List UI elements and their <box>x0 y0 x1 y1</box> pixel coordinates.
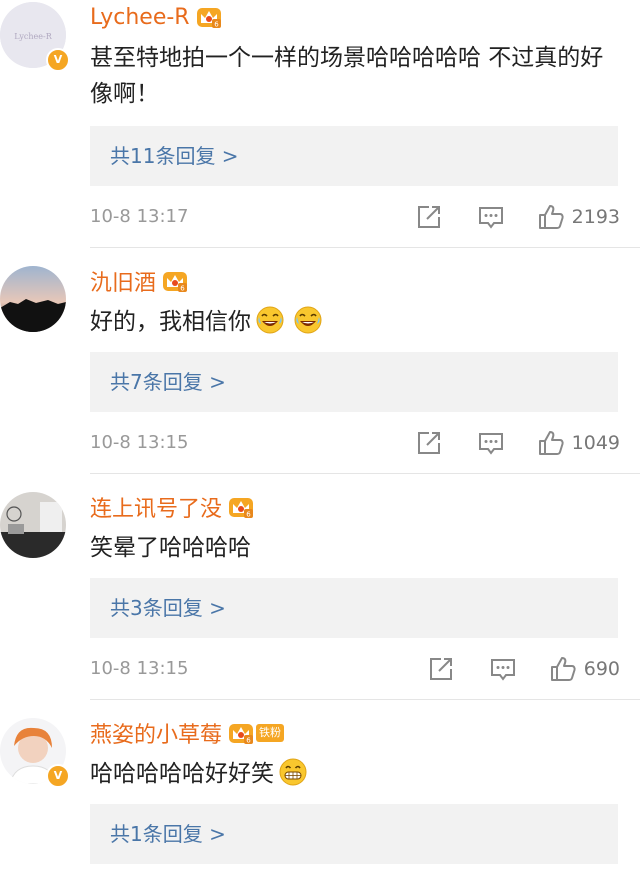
laughing-tears-emoji <box>293 305 323 335</box>
thumbs-up-icon <box>550 656 576 682</box>
comment-icon[interactable] <box>490 656 516 682</box>
timestamp: 10-8 13:17 <box>90 206 189 227</box>
comment-item: 氿旧酒 好的，我相信你 共7条回复 > 10-8 13:15 1049 <box>0 248 640 474</box>
share-icon[interactable] <box>428 656 454 682</box>
view-replies-link[interactable]: 共3条回复 > <box>110 578 226 638</box>
username[interactable]: 氿旧酒 <box>90 265 156 297</box>
user-name-row: 氿旧酒 <box>90 266 188 296</box>
like-count: 690 <box>583 658 620 680</box>
avatar[interactable] <box>0 492 66 558</box>
comment-text: 哈哈哈哈哈好好笑 <box>90 756 610 792</box>
share-icon[interactable] <box>416 204 442 230</box>
comment-text: 好的，我相信你 <box>90 304 610 340</box>
fan-badge: 铁粉 <box>256 724 285 742</box>
comment-text-body: 甚至特地拍一个一样的场景哈哈哈哈哈 不过真的好像啊！ <box>90 45 604 107</box>
share-icon[interactable] <box>416 430 442 456</box>
like-button[interactable]: 690 <box>550 656 620 682</box>
reply-box[interactable]: 共11条回复 > <box>90 126 618 186</box>
comment-item: Lychee-R V Lychee-R 甚至特地拍一个一样的场景哈哈哈哈哈 不过… <box>0 0 640 248</box>
timestamp: 10-8 13:15 <box>90 658 189 679</box>
like-count: 1049 <box>571 432 620 454</box>
avatar-text: Lychee-R <box>14 32 52 41</box>
comment-text: 笑晕了哈哈哈哈 <box>90 530 610 566</box>
username[interactable]: 连上讯号了没 <box>90 491 222 523</box>
avatar-image <box>0 492 66 558</box>
thumbs-up-icon <box>538 430 564 456</box>
avatar-image <box>0 266 66 332</box>
reply-box[interactable]: 共7条回复 > <box>90 352 618 412</box>
comment-text-body: 好的，我相信你 <box>90 309 251 335</box>
username[interactable]: Lychee-R <box>90 5 190 30</box>
laughing-tears-emoji <box>255 305 285 335</box>
crown-badge-icon <box>228 721 254 745</box>
user-name-row: 连上讯号了没 <box>90 492 254 522</box>
timestamp: 10-8 13:15 <box>90 432 189 453</box>
comment-text-body: 笑晕了哈哈哈哈 <box>90 535 251 561</box>
action-bar: 690 <box>428 654 620 684</box>
comment-meta: 10-8 13:15 1049 <box>90 428 620 458</box>
like-button[interactable]: 1049 <box>538 430 620 456</box>
reply-box[interactable]: 共3条回复 > <box>90 578 618 638</box>
comment-item: V 燕姿的小草莓 铁粉 哈哈哈哈哈好好笑 共1条回复 > <box>0 700 640 876</box>
comment-text-body: 哈哈哈哈哈好好笑 <box>90 761 274 787</box>
like-button[interactable]: 2193 <box>538 204 620 230</box>
user-name-row: Lychee-R <box>90 2 222 32</box>
like-count: 2193 <box>571 206 620 228</box>
verified-icon: V <box>46 764 70 788</box>
avatar[interactable] <box>0 266 66 332</box>
comment-text: 甚至特地拍一个一样的场景哈哈哈哈哈 不过真的好像啊！ <box>90 40 610 112</box>
comment-icon[interactable] <box>478 430 504 456</box>
comment-meta: 10-8 13:15 690 <box>90 654 620 684</box>
crown-badge-icon <box>162 269 188 293</box>
action-bar: 1049 <box>416 428 620 458</box>
view-replies-link[interactable]: 共11条回复 > <box>110 126 239 186</box>
view-replies-link[interactable]: 共1条回复 > <box>110 804 226 864</box>
grinning-emoji <box>278 757 308 787</box>
crown-badge-icon <box>228 495 254 519</box>
username[interactable]: 燕姿的小草莓 <box>90 717 222 749</box>
user-name-row: 燕姿的小草莓 铁粉 <box>90 717 285 749</box>
reply-box[interactable]: 共1条回复 > <box>90 804 618 864</box>
comment-icon[interactable] <box>478 204 504 230</box>
action-bar: 2193 <box>416 202 620 232</box>
comment-meta: 10-8 13:17 2193 <box>90 202 620 232</box>
view-replies-link[interactable]: 共7条回复 > <box>110 352 226 412</box>
comment-item: 连上讯号了没 笑晕了哈哈哈哈 共3条回复 > 10-8 13:15 690 <box>0 474 640 700</box>
verified-icon: V <box>46 48 70 72</box>
thumbs-up-icon <box>538 204 564 230</box>
crown-badge-icon <box>196 5 222 29</box>
